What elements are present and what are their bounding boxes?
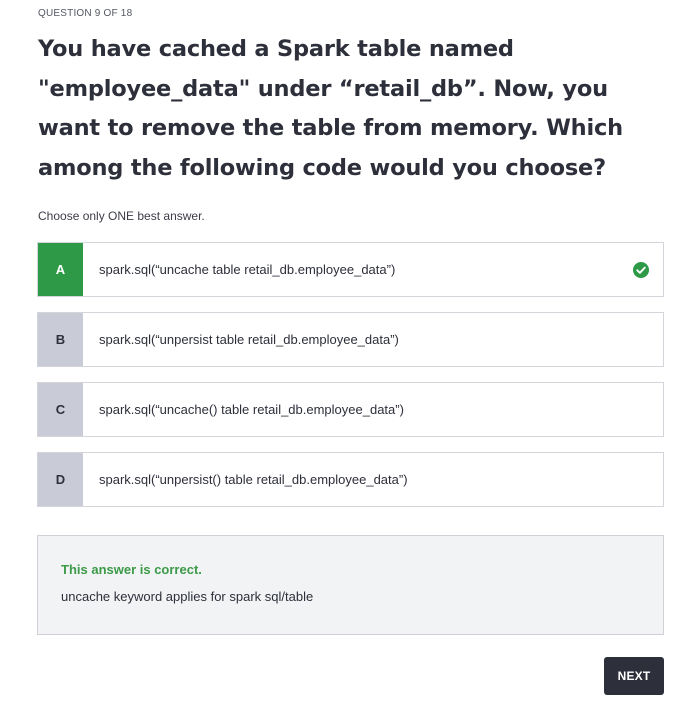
option-text: spark.sql(“uncache table retail_db.emplo… <box>99 262 396 277</box>
option-letter: D <box>38 453 83 506</box>
feedback-explanation: uncache keyword applies for spark sql/ta… <box>61 589 314 604</box>
feedback-title: This answer is correct. <box>61 562 202 577</box>
option-c[interactable]: C spark.sql(“uncache() table retail_db.e… <box>37 382 664 437</box>
option-letter: C <box>38 383 83 436</box>
option-letter: A <box>38 243 83 296</box>
option-text: spark.sql(“unpersist() table retail_db.e… <box>99 472 408 487</box>
answer-feedback-panel: This answer is correct. uncache keyword … <box>37 535 664 635</box>
answer-options: A spark.sql(“uncache table retail_db.emp… <box>37 242 664 507</box>
next-button[interactable]: NEXT <box>604 657 664 695</box>
option-d[interactable]: D spark.sql(“unpersist() table retail_db… <box>37 452 664 507</box>
answer-instruction: Choose only ONE best answer. <box>38 209 205 223</box>
option-letter: B <box>38 313 83 366</box>
option-a[interactable]: A spark.sql(“uncache table retail_db.emp… <box>37 242 664 297</box>
option-text: spark.sql(“unpersist table retail_db.emp… <box>99 332 399 347</box>
option-b[interactable]: B spark.sql(“unpersist table retail_db.e… <box>37 312 664 367</box>
check-circle-icon <box>619 243 663 296</box>
question-counter: QUESTION 9 OF 18 <box>38 8 133 19</box>
question-text: You have cached a Spark table named "emp… <box>38 36 623 181</box>
option-text: spark.sql(“uncache() table retail_db.emp… <box>99 402 404 417</box>
